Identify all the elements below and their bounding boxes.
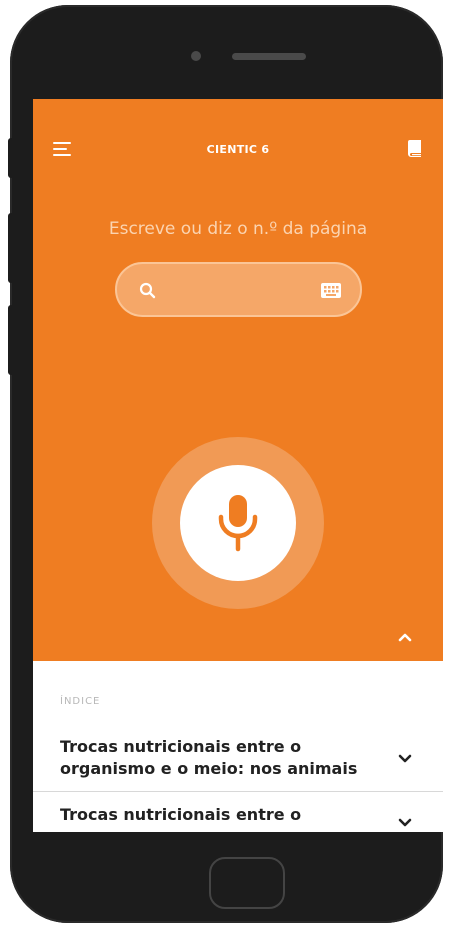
microphone-icon <box>218 495 258 552</box>
index-divider <box>33 791 443 792</box>
front-camera <box>191 51 201 61</box>
page-search-box[interactable] <box>115 262 362 317</box>
index-item[interactable]: Trocas nutricionais entre o <box>33 804 443 832</box>
chevron-down-icon[interactable] <box>398 818 412 828</box>
book-icon[interactable] <box>407 139 423 157</box>
search-prompt: Escreve ou diz o n.º da página <box>108 219 368 239</box>
app-screen: CIENTIC 6 Escreve ou diz o n.º da página <box>33 99 443 832</box>
chevron-up-icon[interactable] <box>398 632 412 642</box>
voice-search-panel: CIENTIC 6 Escreve ou diz o n.º da página <box>33 99 443 661</box>
page-search-input[interactable] <box>159 274 308 306</box>
home-button[interactable] <box>209 857 285 909</box>
earpiece-speaker <box>232 53 306 60</box>
chevron-down-icon[interactable] <box>398 754 412 764</box>
index-item-title: Trocas nutricionais entre o <box>60 805 302 824</box>
search-icon <box>139 282 156 299</box>
volume-down-button <box>8 305 14 375</box>
microphone-button[interactable] <box>180 465 296 581</box>
volume-up-button <box>8 213 14 283</box>
index-heading: ÍNDICE <box>60 696 101 707</box>
side-button-top <box>8 138 14 178</box>
keyboard-icon[interactable] <box>321 283 341 298</box>
app-title: CIENTIC 6 <box>206 143 270 156</box>
index-item-title: Trocas nutricionais entre o organismo e … <box>60 737 358 778</box>
index-item[interactable]: Trocas nutricionais entre o organismo e … <box>33 736 443 790</box>
